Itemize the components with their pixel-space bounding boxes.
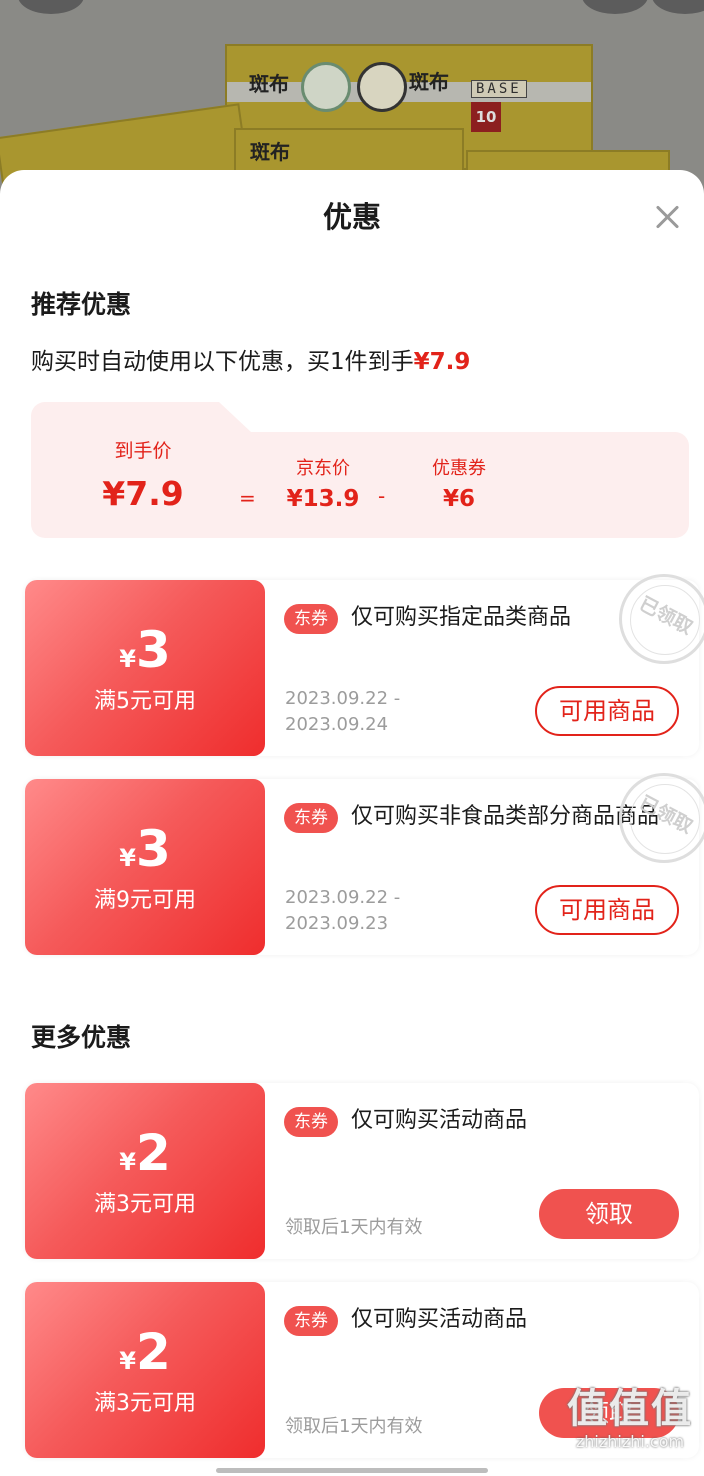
recommended-summary: 购买时自动使用以下优惠，买1件到手¥7.9 [31, 349, 471, 375]
final-price-value: ¥7.9 [102, 474, 184, 513]
coupon-validity: 2023.09.22 - 2023.09.24 [285, 688, 401, 735]
coupon-tag: 东券 [284, 803, 338, 833]
coupon-amount-panel: ¥3 满5元可用 [25, 580, 265, 756]
more-section-title: 更多优惠 [31, 1023, 132, 1052]
coupon-card: ¥2 满3元可用 东券 仅可购买活动商品 领取后1天内有效 领取 [25, 1083, 699, 1259]
available-products-button[interactable]: 可用商品 [535, 686, 679, 736]
coupon-amount-panel: ¥2 满3元可用 [25, 1282, 265, 1458]
coupon-amount: ¥3 [119, 820, 171, 878]
sheet-title: 优惠 [322, 200, 381, 234]
back-button-shadow [18, 0, 84, 14]
product-count: 10 [471, 102, 501, 132]
jd-price-label: 京东价 [296, 458, 350, 479]
coupon-description: 仅可购买活动商品 [351, 1108, 528, 1133]
coupon-condition: 满3元可用 [94, 1192, 196, 1217]
product-brand: 斑布 [249, 72, 289, 96]
minus-sign: - [378, 484, 386, 508]
coupon-validity: 2023.09.22 - 2023.09.23 [285, 887, 401, 934]
claimed-stamp-icon: 已领取 [619, 773, 704, 863]
share-button-shadow [582, 0, 648, 14]
jd-price-value: ¥13.9 [286, 486, 360, 512]
coupon-amount-panel: ¥2 满3元可用 [25, 1083, 265, 1259]
product-seal-icon [301, 62, 351, 112]
coupon-discount-label: 优惠券 [432, 458, 486, 479]
claim-coupon-button[interactable]: 领取 [539, 1388, 679, 1438]
coupon-tag: 东券 [284, 604, 338, 634]
coupon-validity: 领取后1天内有效 [285, 1217, 423, 1238]
final-price-label: 到手价 [114, 440, 172, 462]
coupon-card: ¥3 满5元可用 东券 仅可购买指定品类商品 2023.09.22 - 2023… [25, 574, 704, 756]
product-seal-icon [357, 62, 407, 112]
coupon-sheet: 优惠 推荐优惠 购买时自动使用以下优惠，买1件到手¥7.9 到手价 ¥7.9 =… [0, 170, 704, 1476]
coupon-amount: ¥3 [119, 621, 171, 679]
coupon-card: ¥2 满3元可用 东券 仅可购买活动商品 领取后1天内有效 领取 [25, 1282, 699, 1458]
coupon-tag: 东券 [284, 1306, 338, 1336]
coupon-condition: 满9元可用 [94, 888, 196, 913]
coupon-validity: 领取后1天内有效 [285, 1416, 423, 1437]
price-breakdown-card: 到手价 ¥7.9 = 京东价 ¥13.9 - 优惠券 ¥6 [31, 402, 689, 538]
recommended-section-title: 推荐优惠 [31, 290, 132, 319]
coupon-condition: 满5元可用 [94, 689, 196, 714]
coupon-amount: ¥2 [119, 1124, 171, 1182]
coupon-amount-panel: ¥3 满9元可用 [25, 779, 265, 955]
product-base-label: BASE [471, 80, 527, 98]
claimed-stamp-icon: 已领取 [619, 574, 704, 664]
home-indicator[interactable] [216, 1468, 488, 1473]
equals-sign: = [239, 486, 256, 510]
coupon-discount-value: ¥6 [442, 486, 475, 512]
coupon-description: 仅可购买活动商品 [351, 1307, 528, 1332]
available-products-button[interactable]: 可用商品 [535, 885, 679, 935]
summary-final-price: ¥7.9 [413, 349, 471, 375]
close-icon[interactable] [651, 201, 683, 233]
coupon-amount: ¥2 [119, 1323, 171, 1381]
more-button-shadow [652, 0, 704, 14]
coupon-card: ¥3 满9元可用 东券 仅可购买非食品类部分商品商品 2023.09.22 - … [25, 773, 704, 955]
claim-coupon-button[interactable]: 领取 [539, 1189, 679, 1239]
coupon-tag: 东券 [284, 1107, 338, 1137]
coupon-condition: 满3元可用 [94, 1391, 196, 1416]
